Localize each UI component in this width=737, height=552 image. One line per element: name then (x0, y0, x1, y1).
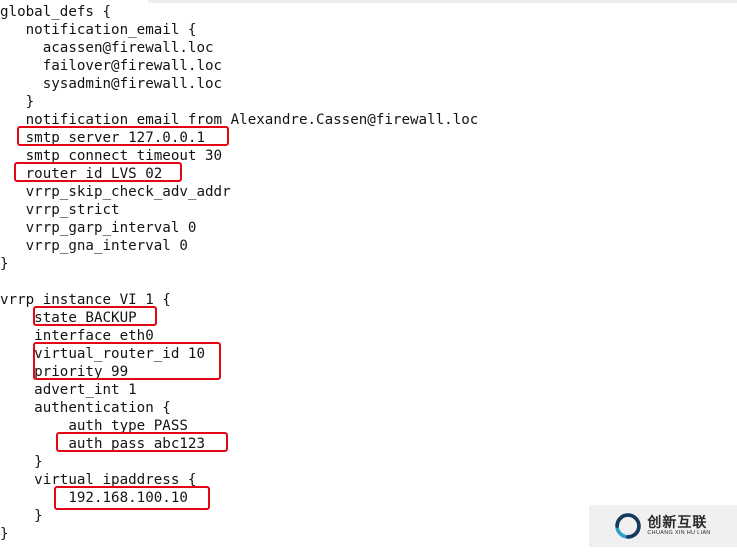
code-line: authentication { (0, 400, 171, 416)
code-line: sysadmin@firewall.loc (0, 76, 222, 92)
code-line: vrrp_garp_interval 0 (0, 220, 196, 236)
config-code-block: global_defs { notification_email { acass… (0, 0, 737, 543)
watermark: 创新互联 CHUANG XIN HU LIAN (589, 505, 737, 547)
code-line: auth_pass abc123 (0, 436, 205, 452)
code-line: interface eth0 (0, 328, 154, 344)
code-line: vrrp_skip_check_adv_addr (0, 184, 231, 200)
code-line: priority 99 (0, 364, 128, 380)
code-line: 192.168.100.10 (0, 490, 188, 506)
code-line: vrrp_gna_interval 0 (0, 238, 188, 254)
code-line: acassen@firewall.loc (0, 40, 214, 56)
watermark-en: CHUANG XIN HU LIAN (647, 531, 710, 537)
code-line: } (0, 256, 9, 272)
code-line: smtp_connect_timeout 30 (0, 148, 222, 164)
watermark-logo-icon (615, 513, 641, 539)
watermark-text: 创新互联 CHUANG XIN HU LIAN (647, 515, 710, 537)
code-line: state BACKUP (0, 310, 137, 326)
code-line: vrrp_strict (0, 202, 120, 218)
code-line: global_defs { (0, 4, 111, 20)
top-bar (148, 0, 737, 3)
code-line: smtp_server 127.0.0.1 (0, 130, 205, 146)
code-line: } (0, 526, 9, 542)
code-line: vrrp_instance VI_1 { (0, 292, 171, 308)
code-line: } (0, 508, 43, 524)
code-line: virtual_ipaddress { (0, 472, 196, 488)
code-line: failover@firewall.loc (0, 58, 222, 74)
code-line: router_id LVS_02 (0, 166, 162, 182)
code-line: } (0, 94, 34, 110)
code-line: } (0, 454, 43, 470)
code-line: notification_email { (0, 22, 196, 38)
code-line: virtual_router_id 10 (0, 346, 205, 362)
code-line: auth_type PASS (0, 418, 188, 434)
code-line: advert_int 1 (0, 382, 137, 398)
code-line: notification_email_from Alexandre.Cassen… (0, 112, 478, 128)
watermark-cn: 创新互联 (647, 515, 710, 529)
